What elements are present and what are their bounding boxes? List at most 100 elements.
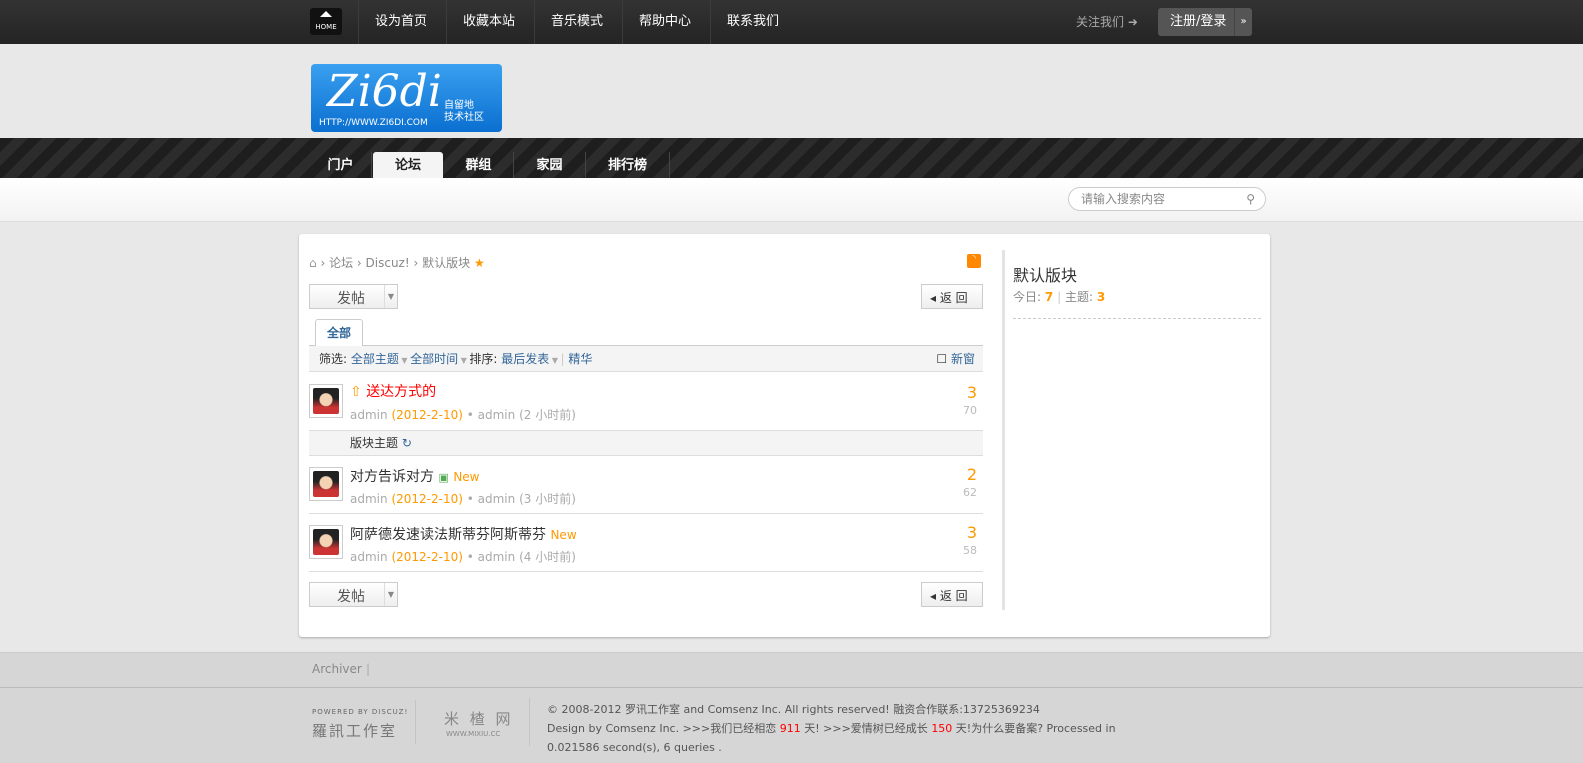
filter-digest[interactable]: 精华	[568, 352, 592, 366]
breadcrumb: ⌂ › 论坛 › Discuz! › 默认版块 ★	[309, 256, 485, 270]
last-post-time: (3 小时前)	[519, 492, 576, 506]
nav-portal[interactable]: 门户	[310, 152, 372, 178]
breadcrumb-discuz[interactable]: Discuz!	[366, 256, 410, 270]
last-poster[interactable]: admin	[478, 550, 516, 564]
post-label: 发帖	[337, 589, 365, 605]
reply-count[interactable]: 2	[967, 465, 977, 484]
thread-date: (2012-2-10)	[391, 408, 463, 422]
nav-ranking[interactable]: 排行榜	[586, 152, 670, 178]
new-window-checkbox[interactable]: ☐ 新窗	[936, 346, 975, 372]
section-header: 版块主题 ↻	[309, 431, 983, 456]
footer-text: 天! >>>爱情树已经成长	[800, 722, 932, 735]
search-icon[interactable]: ⚲	[1246, 188, 1255, 210]
thread-author[interactable]: admin	[350, 550, 388, 564]
view-count: 62	[963, 486, 977, 499]
sort-select[interactable]: 最后发表	[501, 352, 549, 366]
footer: POWERED BY DISCUZ! 羅訊工作室 米 楂 网 WWW.MIXIU…	[0, 688, 1583, 763]
powered-by-logo[interactable]: POWERED BY DISCUZ!	[312, 708, 408, 716]
follow-us-link[interactable]: 关注我们 ➜	[1076, 0, 1138, 44]
chevron-down-icon[interactable]: ▼	[384, 285, 397, 308]
login-label: 注册/登录	[1170, 14, 1227, 29]
last-poster[interactable]: admin	[478, 408, 516, 422]
contact-link[interactable]: 联系我们	[710, 0, 795, 44]
archiver-link[interactable]: Archiver	[312, 662, 362, 676]
new-badge: New	[550, 528, 577, 542]
new-badge: New	[453, 470, 480, 484]
top-bar: HOME 设为首页 收藏本站 音乐模式 帮助中心 联系我们 关注我们 ➜ 注册/…	[0, 0, 1583, 44]
last-post-time: (2 小时前)	[519, 408, 576, 422]
board-title: 默认版块	[1013, 266, 1078, 285]
thread-row[interactable]: 阿萨德发速读法斯蒂芬阿斯蒂芬 New admin (2012-2-10) • a…	[309, 514, 983, 572]
avatar[interactable]	[309, 384, 343, 418]
breadcrumb-forum[interactable]: 论坛	[329, 256, 353, 270]
breadcrumb-board[interactable]: 默认版块	[422, 256, 470, 270]
footer-text: Design by Comsenz Inc. >>>我们已经相恋	[547, 722, 780, 735]
copyright: © 2008-2012 罗讯工作室 and Comsenz Inc. All r…	[547, 703, 1040, 716]
set-homepage-link[interactable]: 设为首页	[358, 0, 443, 44]
thread-title[interactable]: 对方告诉对方	[350, 469, 434, 485]
login-button[interactable]: 注册/登录 »	[1158, 8, 1252, 36]
filter-time[interactable]: 全部时间	[410, 352, 458, 366]
home-icon[interactable]: ⌂	[309, 256, 317, 270]
chevron-down-icon[interactable]: »	[1234, 8, 1252, 36]
thread-title[interactable]: 阿萨德发速读法斯蒂芬阿斯蒂芬	[350, 527, 546, 543]
reply-count[interactable]: 3	[967, 523, 977, 542]
mixiu-logo[interactable]: 米 楂 网	[444, 708, 514, 729]
filter-bar: 筛选: 全部主题 ▼ 全部时间 ▼ 排序: 最后发表 ▼ | 精华 ☐ 新窗	[309, 346, 983, 372]
refresh-icon[interactable]: ↻	[402, 436, 412, 450]
follow-label: 关注我们	[1076, 15, 1125, 29]
last-post-time: (4 小时前)	[519, 550, 576, 564]
site-logo[interactable]: Zi6di 自留地 技术社区 HTTP://WWW.ZI6DI.COM	[311, 64, 502, 132]
back-label: 返 回	[939, 291, 968, 305]
avatar[interactable]	[309, 467, 343, 501]
avatar[interactable]	[309, 525, 343, 559]
today-label: 今日:	[1013, 290, 1042, 304]
days-count: 911	[779, 722, 801, 735]
search-input[interactable]: 请输入搜索内容 ⚲	[1068, 187, 1266, 211]
back-label: 返 回	[939, 589, 968, 603]
view-count: 58	[963, 544, 977, 557]
post-button[interactable]: 发帖 ▼	[309, 284, 398, 309]
thread-row[interactable]: ⇧ 送达方式的 admin (2012-2-10) • admin (2 小时前…	[309, 373, 983, 431]
nav-forum[interactable]: 论坛	[373, 152, 443, 178]
thread-title[interactable]: 送达方式的	[366, 384, 436, 400]
divider	[1013, 318, 1261, 319]
sidebar: 默认版块 今日: 7 | 主题: 3	[1002, 250, 1262, 610]
nav-group[interactable]: 群组	[444, 152, 514, 178]
sticky-icon: ⇧	[350, 384, 362, 400]
filter-type[interactable]: 全部主题	[351, 352, 399, 366]
chevron-down-icon[interactable]: ▼	[384, 583, 397, 606]
search-band	[0, 178, 1583, 222]
back-button-bottom[interactable]: ◂ 返 回	[921, 582, 983, 607]
home-button[interactable]: HOME	[310, 8, 342, 35]
mixiu-url: WWW.MIXIU.CC	[446, 730, 501, 738]
search-placeholder: 请输入搜索内容	[1081, 192, 1166, 206]
bookmark-link[interactable]: 收藏本站	[446, 0, 531, 44]
today-count: 7	[1044, 290, 1054, 304]
caret-left-icon: ◂	[930, 589, 937, 603]
studio-logo[interactable]: 羅訊工作室	[312, 720, 397, 741]
new-window-label: 新窗	[950, 352, 975, 366]
rss-icon[interactable]: ◝	[967, 254, 981, 268]
view-count: 70	[963, 404, 977, 417]
thread-author[interactable]: admin	[350, 492, 388, 506]
favorite-star-icon[interactable]: ★	[474, 256, 485, 270]
footer-info: © 2008-2012 罗讯工作室 and Comsenz Inc. All r…	[547, 700, 1116, 757]
nav-home[interactable]: 家园	[514, 152, 586, 178]
music-mode-link[interactable]: 音乐模式	[534, 0, 619, 44]
last-poster[interactable]: admin	[478, 492, 516, 506]
post-button-bottom[interactable]: 发帖 ▼	[309, 582, 398, 607]
thread-author[interactable]: admin	[350, 408, 388, 422]
reply-count[interactable]: 3	[967, 383, 977, 402]
footer-text: 天!为什么要备案? Processed in	[952, 722, 1116, 735]
post-label: 发帖	[337, 291, 365, 307]
topics-count: 3	[1096, 290, 1106, 304]
sort-label: 排序:	[469, 352, 498, 366]
footer-links: Archiver |	[0, 652, 1583, 688]
thread-row[interactable]: 对方告诉对方 ▣ New admin (2012-2-10) • admin (…	[309, 456, 983, 514]
help-link[interactable]: 帮助中心	[622, 0, 707, 44]
thread-date: (2012-2-10)	[391, 550, 463, 564]
thread-date: (2012-2-10)	[391, 492, 463, 506]
tab-all[interactable]: 全部	[315, 319, 363, 346]
back-button[interactable]: ◂ 返 回	[921, 284, 983, 309]
